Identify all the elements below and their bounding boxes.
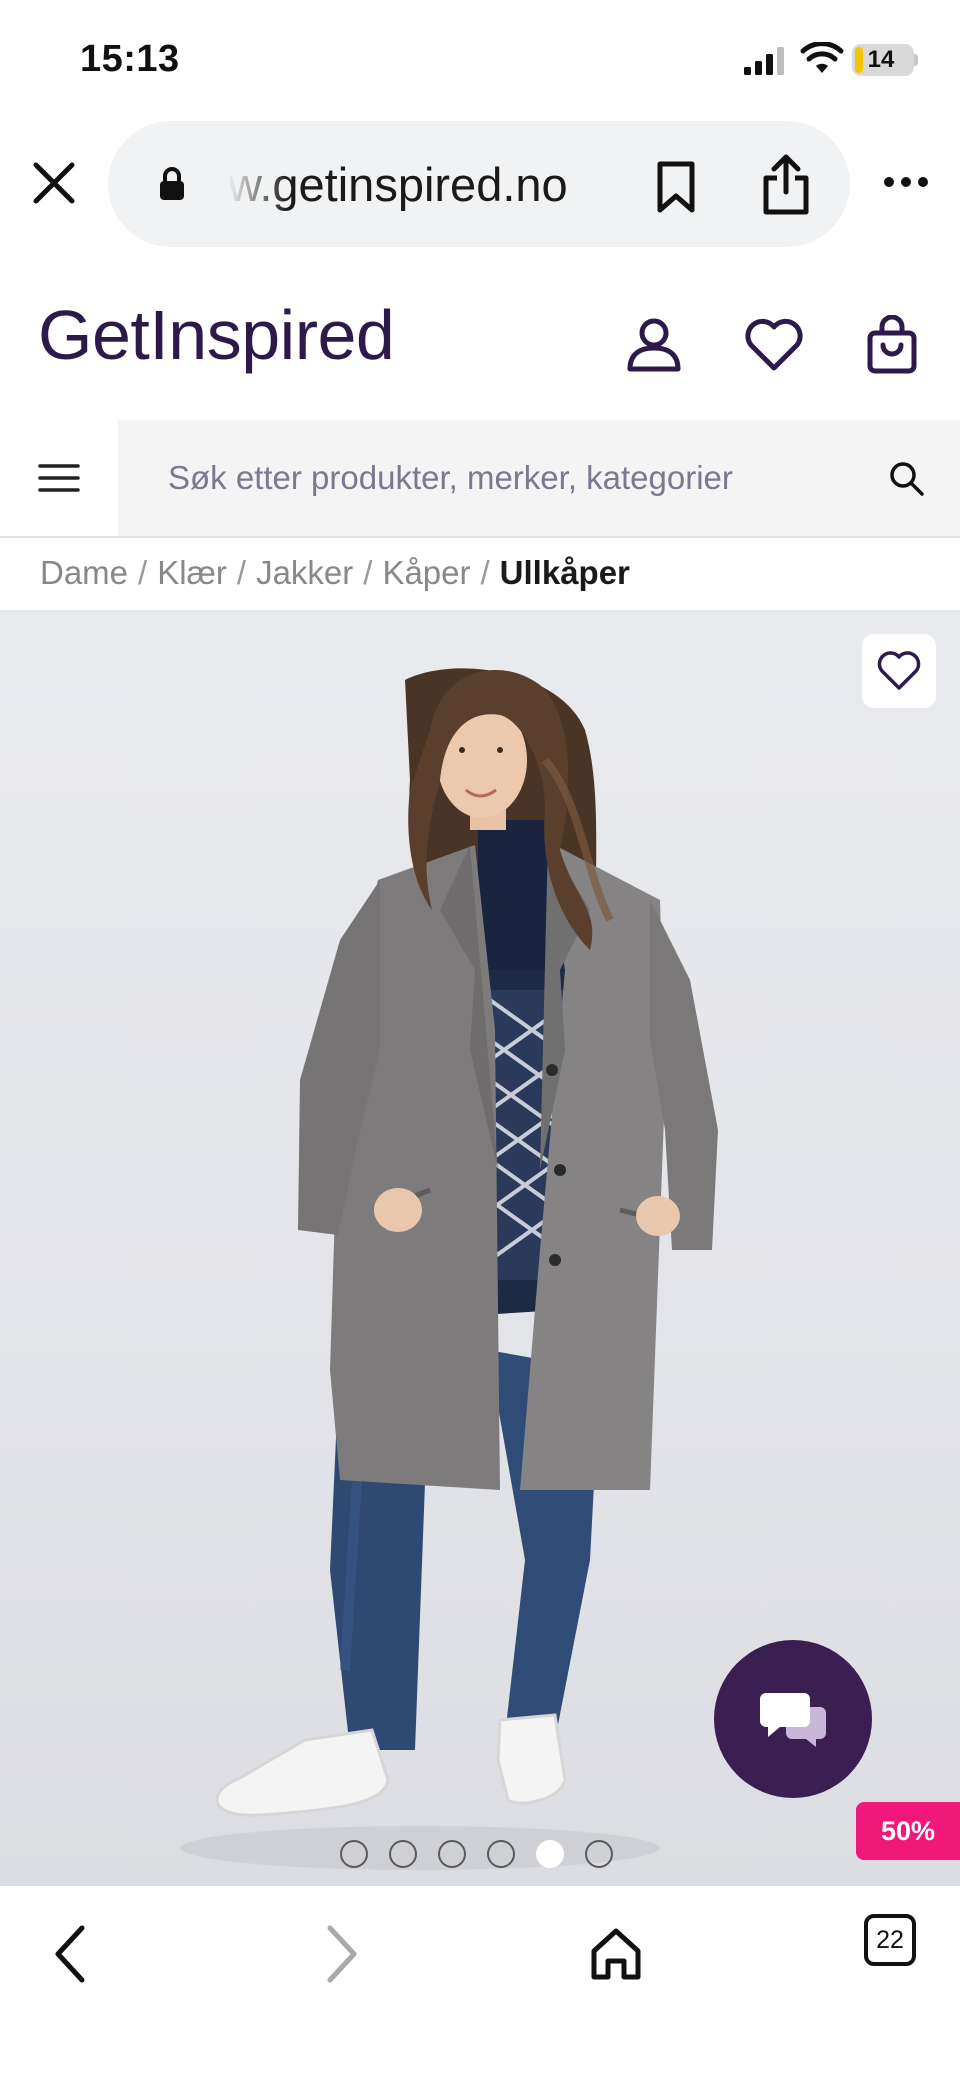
heart-icon	[745, 318, 803, 371]
breadcrumb-item[interactable]: Klær	[157, 554, 227, 592]
image-pagination	[340, 1840, 613, 1868]
search-bar	[0, 420, 960, 538]
breadcrumb-item[interactable]: Jakker	[256, 554, 353, 592]
share-button[interactable]	[756, 153, 816, 217]
breadcrumb-item[interactable]: Kåper	[382, 554, 470, 592]
cellular-signal-icon	[744, 47, 784, 75]
hamburger-menu-icon	[38, 464, 80, 492]
heart-icon	[877, 651, 921, 690]
search-button[interactable]	[880, 452, 934, 506]
cart-button[interactable]	[860, 313, 924, 377]
breadcrumb-separator: /	[138, 554, 148, 591]
pagination-dot[interactable]	[487, 1840, 515, 1868]
site-header: GetInspired	[0, 255, 960, 420]
close-icon	[33, 162, 75, 204]
pagination-dot[interactable]	[340, 1840, 368, 1868]
pagination-dot[interactable]	[585, 1840, 613, 1868]
back-arrow-icon	[55, 1925, 85, 1983]
shopping-bag-icon	[867, 315, 917, 374]
product-image-gallery[interactable]: 50%	[0, 610, 960, 1886]
menu-button[interactable]	[0, 420, 118, 536]
site-logo[interactable]: GetInspired	[38, 295, 395, 375]
more-options-button[interactable]	[876, 157, 936, 207]
wishlist-header-button[interactable]	[742, 313, 806, 377]
battery-level: 14	[867, 46, 895, 73]
home-button[interactable]	[576, 1914, 656, 1994]
search-icon	[890, 462, 924, 496]
bookmark-button[interactable]	[648, 159, 704, 215]
back-button[interactable]	[30, 1914, 110, 1994]
browser-toolbar: w.getinspired.no	[0, 115, 960, 255]
add-to-wishlist-button[interactable]	[862, 634, 936, 708]
browser-bottom-nav	[0, 1886, 960, 2078]
search-input[interactable]	[168, 450, 828, 506]
pagination-dot[interactable]	[389, 1840, 417, 1868]
bookmark-icon	[657, 161, 695, 213]
wifi-icon	[800, 42, 844, 73]
tabs-count: 22	[876, 1925, 904, 1954]
tabs-button[interactable]: 22	[864, 1914, 916, 1966]
breadcrumb: Dame / Klær / Jakker / Kåper / Ullkåper	[40, 538, 630, 608]
lock-icon	[160, 167, 184, 200]
home-icon	[591, 1928, 641, 1980]
pagination-dot[interactable]	[438, 1840, 466, 1868]
status-time: 15:13	[80, 38, 180, 80]
breadcrumb-separator: /	[480, 554, 490, 591]
battery-tip	[914, 54, 918, 66]
forward-arrow-icon	[327, 1925, 357, 1983]
url-text[interactable]: w.getinspired.no	[228, 157, 708, 213]
breadcrumb-separator: /	[363, 554, 373, 591]
chat-bubbles-icon	[760, 1693, 826, 1747]
status-bar: 15:13 14	[0, 0, 960, 115]
chat-button[interactable]	[714, 1640, 872, 1798]
battery-indicator: 14	[852, 44, 914, 76]
breadcrumb-item[interactable]: Dame	[40, 554, 128, 592]
account-icon	[627, 318, 681, 372]
account-button[interactable]	[622, 313, 686, 377]
breadcrumb-current: Ullkåper	[499, 554, 630, 591]
share-icon	[763, 154, 809, 215]
pagination-dot[interactable]	[536, 1840, 564, 1868]
discount-badge: 50%	[856, 1802, 960, 1860]
close-button[interactable]	[26, 155, 82, 211]
forward-button[interactable]	[302, 1914, 382, 1994]
address-bar[interactable]: w.getinspired.no	[108, 121, 850, 247]
breadcrumb-separator: /	[236, 554, 247, 591]
more-icon	[884, 177, 928, 187]
